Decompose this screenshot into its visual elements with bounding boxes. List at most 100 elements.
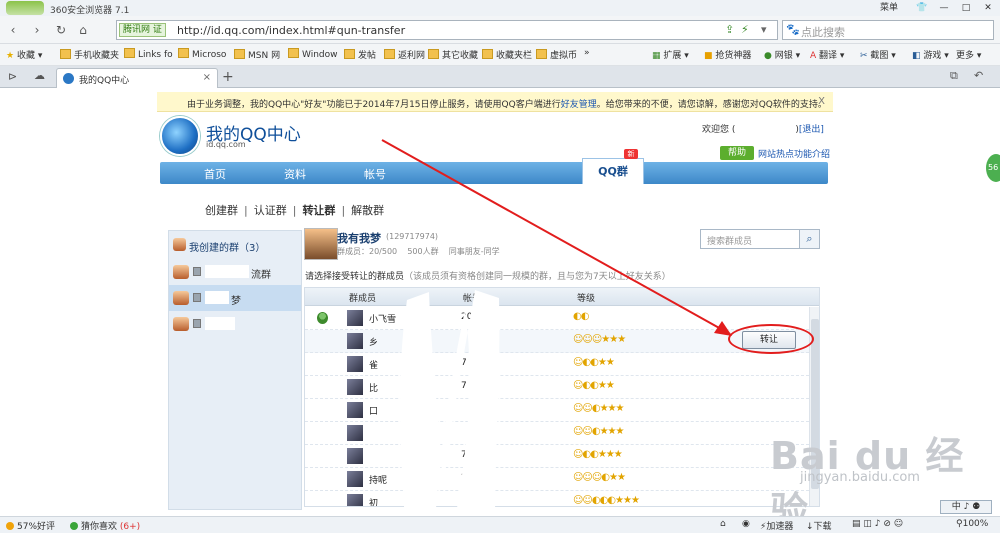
fav-item[interactable]: Microso: [178, 48, 226, 60]
forward-icon[interactable]: ›: [28, 22, 46, 38]
home-icon[interactable]: ⌂: [74, 22, 92, 38]
nav-profile[interactable]: 资料: [284, 166, 306, 182]
grab-tool-button[interactable]: ■ 抢货神器: [704, 48, 751, 61]
accelerator-button[interactable]: ⚡加速器: [760, 519, 793, 532]
table-row[interactable]: 持呢22☺☺☺◐★★: [305, 468, 809, 491]
help-button[interactable]: 帮助: [720, 146, 754, 160]
group-type-icon: [193, 293, 201, 302]
search-box[interactable]: 🐾 点此搜索: [782, 20, 994, 40]
table-row[interactable]: 比 7 ☺◐◐★★: [305, 376, 809, 399]
sidebar-group-item[interactable]: [169, 311, 301, 337]
restore-tab-icon[interactable]: ⧉: [950, 69, 958, 83]
speed-icon[interactable]: ⚡: [741, 23, 749, 36]
games-button[interactable]: ◧ 游戏 ▾: [912, 48, 949, 61]
sidebar-group-item[interactable]: 流群: [169, 259, 301, 285]
transfer-tip: 请选择接受转让的群成员（该成员须有资格创建同一规模的群，且与您为7天以上好友关系…: [305, 272, 671, 282]
guess-like-status[interactable]: 猜你喜欢 (6+): [70, 519, 140, 532]
notice-close-icon[interactable]: X: [818, 96, 825, 107]
cloud-icon[interactable]: ☁: [34, 69, 45, 82]
group-name-title: 我有我梦: [337, 232, 381, 245]
fav-item[interactable]: 其它收藏: [428, 48, 478, 61]
fav-item[interactable]: MSN 网: [234, 48, 280, 61]
table-row[interactable]: 78☺◐◐★★★: [305, 445, 809, 468]
ime-toolbar[interactable]: 中 ♪ ⚉: [940, 500, 992, 514]
back-icon[interactable]: ‹: [4, 22, 22, 38]
group-type-icon: [193, 319, 201, 328]
provider-badge[interactable]: 腾讯网 证: [119, 23, 166, 37]
fav-item[interactable]: Links fo: [124, 48, 173, 60]
maximize-button[interactable]: □: [956, 1, 976, 15]
rating-status[interactable]: 57%好评: [6, 519, 55, 532]
undo-icon[interactable]: ↶: [974, 69, 983, 82]
nav-account[interactable]: 帐号: [364, 166, 386, 182]
subnav-certify[interactable]: 认证群: [254, 204, 287, 217]
member-level: ☺◐◐★★: [573, 380, 615, 391]
dropdown-icon[interactable]: ▾: [761, 23, 767, 36]
search-icon[interactable]: ⌕: [799, 230, 819, 248]
url-text[interactable]: http://id.qq.com/index.html#qun-transfer: [177, 24, 405, 37]
feedback-link[interactable]: ◔ 反馈建议: [930, 167, 939, 229]
hot-intro-link[interactable]: 网站热点功能介绍: [758, 147, 830, 160]
sidebar-group-item[interactable]: 梦: [169, 285, 301, 311]
brand-subtitle: id.qq.com: [206, 140, 246, 149]
favorites-more[interactable]: »: [584, 48, 590, 58]
browser-logo-icon: [6, 1, 44, 15]
screenshot-button[interactable]: ✂ 截图 ▾: [860, 48, 896, 61]
speed-icon[interactable]: ⌂: [720, 519, 726, 529]
more-button[interactable]: 更多 ▾: [956, 48, 981, 61]
extension-button[interactable]: ▦ 扩展 ▾: [652, 48, 689, 61]
status-bar: 57%好评 猜你喜欢 (6+) ⌂ ◉ ⚡加速器 ↓下载 ▤ ◫ ♪ ⊘ ☺ ⚲…: [0, 516, 1000, 533]
fav-item[interactable]: ★ 收藏 ▾: [6, 48, 42, 61]
group-sidebar: 我创建的群（3） 流群 梦: [168, 230, 302, 510]
table-row[interactable]: 小飞雪2085◐◐: [305, 307, 809, 330]
table-row[interactable]: 初97☺☺◐◐◐★★★: [305, 491, 809, 506]
member-avatar: [347, 310, 363, 326]
group-info: 群成员：20/500 500人群 同事朋友-同学: [337, 247, 500, 256]
table-row[interactable]: 口 ☺☺◐★★★: [305, 399, 809, 422]
translate-button[interactable]: A 翻译 ▾: [810, 48, 844, 61]
member-name: 小飞雪: [369, 315, 397, 325]
member-avatar: [347, 333, 363, 349]
menu-button[interactable]: 菜单: [868, 1, 910, 15]
network-icon[interactable]: ◉: [742, 519, 750, 529]
tab-close-icon[interactable]: ×: [203, 72, 211, 83]
table-row[interactable]: 雀 7 ☺◐◐★★: [305, 353, 809, 376]
col-level: 等级: [577, 294, 596, 304]
member-search-input[interactable]: 搜索群成员: [707, 234, 752, 247]
subnav-dissolve[interactable]: 解散群: [351, 204, 384, 217]
fav-item[interactable]: Window: [288, 48, 338, 60]
status-tools-icon[interactable]: ▤ ◫ ♪ ⊘ ☺: [852, 519, 903, 529]
group-avatar: [173, 265, 189, 279]
download-button[interactable]: ↓下载: [806, 519, 832, 532]
sidebar-header: 我创建的群（3）: [171, 234, 299, 256]
logout-link[interactable]: [退出]: [799, 125, 824, 135]
member-avatar: [347, 494, 363, 506]
friend-manage-link[interactable]: 好友管理: [561, 100, 597, 110]
new-tab-button[interactable]: +: [222, 69, 234, 85]
tab-qq-center[interactable]: 我的QQ中心 ×: [56, 68, 218, 88]
fav-item[interactable]: 收藏夹栏: [482, 48, 532, 61]
sidebar-toggle-icon[interactable]: ⊳: [8, 70, 17, 83]
table-row[interactable]: ☺☺◐★★★: [305, 422, 809, 445]
side-float-badge[interactable]: 56: [986, 154, 1000, 182]
group-name: 流群: [251, 270, 271, 281]
search-input[interactable]: 点此搜索: [801, 24, 845, 40]
fav-item[interactable]: 虚拟币: [536, 48, 577, 61]
share-icon[interactable]: ⇪: [725, 23, 734, 36]
member-search[interactable]: 搜索群成员 ⌕: [700, 229, 820, 249]
subnav-transfer[interactable]: 转让群: [302, 204, 335, 217]
url-bar[interactable]: 腾讯网 证 http://id.qq.com/index.html#qun-tr…: [116, 20, 778, 40]
nav-home[interactable]: 首页: [204, 166, 226, 182]
skin-icon[interactable]: 👕: [912, 1, 932, 15]
zoom-level[interactable]: ⚲100%: [956, 519, 988, 529]
subnav-create[interactable]: 创建群: [205, 204, 238, 217]
nav-qq-group[interactable]: QQ群: [582, 158, 644, 184]
close-button[interactable]: ✕: [978, 1, 998, 15]
minimize-button[interactable]: —: [934, 1, 954, 15]
fav-item[interactable]: 发帖: [344, 48, 376, 61]
refresh-icon[interactable]: ↻: [52, 22, 70, 38]
bank-button[interactable]: ● 网银 ▾: [764, 48, 800, 61]
fav-item[interactable]: 手机收藏夹: [60, 48, 119, 61]
search-engine-icon[interactable]: 🐾: [786, 23, 800, 36]
fav-item[interactable]: 返利网: [384, 48, 425, 61]
